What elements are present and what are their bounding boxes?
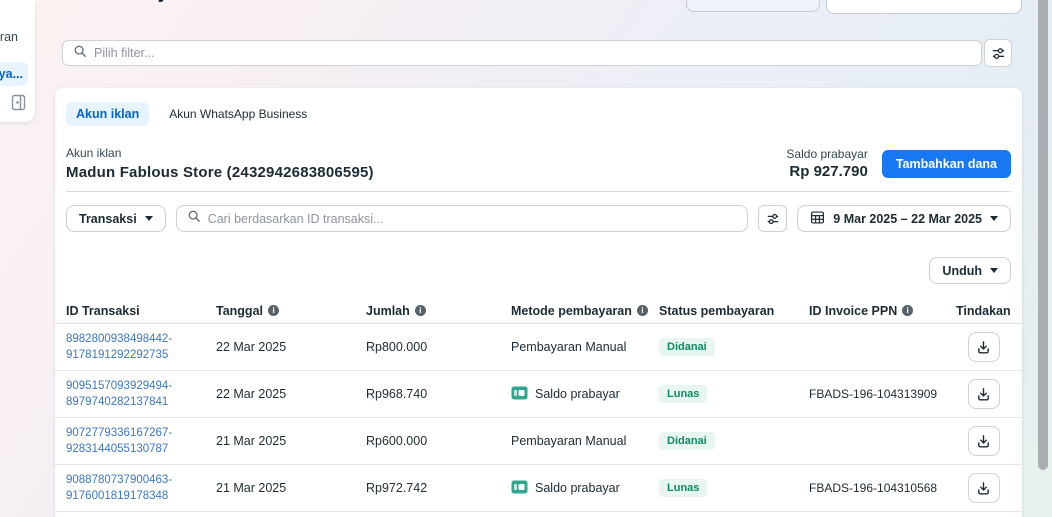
download-dropdown-button[interactable]: Unduh (929, 257, 1011, 284)
info-icon[interactable] (637, 305, 648, 316)
transaction-id-link[interactable]: 8982800938498442-9178191292292735 (66, 331, 216, 363)
vertical-scrollbar[interactable] (1038, 0, 1048, 470)
col-tindakan: Tindakan (956, 304, 1011, 318)
col-tanggal: Tanggal (216, 304, 263, 318)
transaction-date: 22 Mar 2025 (216, 387, 366, 401)
invoice-id: FBADS-196-104310568 (809, 481, 956, 495)
balance-label: Saldo prabayar (786, 147, 867, 161)
transaction-id-link[interactable]: 9072779336167267-9283144055130787 (66, 425, 216, 457)
status-badge: Lunas (659, 479, 707, 497)
search-icon (73, 44, 87, 63)
sidebar-item-active-partial[interactable]: ya... (0, 62, 28, 86)
table-header: ID Transaksi Tanggal Jumlah Metode pemba… (55, 298, 1022, 324)
payment-method: Saldo prabayar (511, 386, 659, 403)
download-invoice-button[interactable] (968, 473, 1000, 503)
table-row: 9095157093929494-8979740282137841 22 Mar… (55, 371, 1022, 418)
chevron-down-icon (145, 216, 153, 221)
collapse-sidebar-icon[interactable] (11, 94, 26, 116)
prepaid-balance-icon (511, 480, 528, 497)
payment-method-label: Saldo prabayar (535, 481, 620, 495)
sidebar-item-partial[interactable]: aran (0, 30, 18, 44)
transaction-id-link[interactable]: 9088780737900463-9176001819178348 (66, 472, 216, 504)
download-invoice-button[interactable] (968, 379, 1000, 409)
info-icon[interactable] (415, 305, 426, 316)
invoice-id: FBADS-196-104313909 (809, 387, 956, 401)
search-icon (187, 209, 201, 228)
prepaid-balance: Saldo prabayar Rp 927.790 (786, 147, 867, 180)
transaction-date: 21 Mar 2025 (216, 481, 366, 495)
transactions-body: 8982800938498442-9178191292292735 22 Mar… (55, 324, 1022, 512)
chevron-down-icon (990, 268, 998, 273)
filter-settings-button[interactable] (984, 39, 1012, 67)
transaction-amount: Rp800.000 (366, 340, 511, 354)
calendar-icon (810, 210, 825, 228)
date-range-label: 9 Mar 2025 – 22 Mar 2025 (833, 212, 982, 226)
status-badge: Didanai (659, 338, 715, 356)
transaction-amount: Rp600.000 (366, 434, 511, 448)
search-placeholder: Cari berdasarkan ID transaksi... (208, 212, 384, 226)
account-type-tabs: Akun iklan Akun WhatsApp Business (55, 88, 1022, 126)
col-status-pembayaran: Status pembayaran (659, 304, 774, 318)
tab-akun-iklan[interactable]: Akun iklan (66, 102, 149, 126)
download-invoice-button[interactable] (968, 332, 1000, 362)
header-button-partial-1[interactable] (686, 0, 820, 12)
transaction-id-link[interactable]: 9095157093929494-8979740282137841 (66, 378, 216, 410)
payment-method: Saldo prabayar (511, 480, 659, 497)
transaction-date: 21 Mar 2025 (216, 434, 366, 448)
col-id-transaksi: ID Transaksi (66, 304, 140, 318)
transaction-search-input[interactable]: Cari berdasarkan ID transaksi... (176, 205, 749, 232)
sidebar: aran ya... (0, 0, 35, 122)
status-badge: Didanai (659, 432, 715, 450)
transactions-toolbar: Transaksi Cari berdasarkan ID transaksi.… (55, 192, 1022, 245)
header-button-partial-2[interactable] (826, 0, 1022, 14)
info-icon[interactable] (268, 305, 279, 316)
billing-card: Akun iklan Akun WhatsApp Business Akun i… (55, 88, 1022, 517)
tab-akun-whatsapp-business[interactable]: Akun WhatsApp Business (169, 107, 307, 121)
transaction-amount: Rp968.740 (366, 387, 511, 401)
balance-value: Rp 927.790 (786, 163, 867, 180)
col-id-invoice-ppn: ID Invoice PPN (809, 304, 897, 318)
transaction-amount: Rp972.742 (366, 481, 511, 495)
transaction-date: 22 Mar 2025 (216, 340, 366, 354)
account-header: Akun iklan Madun Fablous Store (24329426… (55, 126, 1022, 191)
filter-input[interactable]: Pilih filter... (62, 40, 982, 66)
download-invoice-button[interactable] (968, 426, 1000, 456)
table-row: 8982800938498442-9178191292292735 22 Mar… (55, 324, 1022, 371)
page-title: Pembayaran (92, 0, 222, 6)
table-row: 9072779336167267-9283144055130787 21 Mar… (55, 418, 1022, 465)
col-jumlah: Jumlah (366, 304, 410, 318)
account-name: Madun Fablous Store (2432942683806595) (66, 164, 374, 181)
table-row: 9088780737900463-9176001819178348 21 Mar… (55, 465, 1022, 512)
search-settings-button[interactable] (758, 205, 787, 232)
payment-method-label: Pembayaran Manual (511, 434, 626, 448)
payment-method: Pembayaran Manual (511, 340, 659, 354)
status-badge: Lunas (659, 385, 707, 403)
payment-method-label: Pembayaran Manual (511, 340, 626, 354)
filter-placeholder: Pilih filter... (94, 46, 154, 60)
chevron-down-icon (990, 216, 998, 221)
add-funds-button[interactable]: Tambahkan dana (882, 150, 1011, 178)
date-range-picker[interactable]: 9 Mar 2025 – 22 Mar 2025 (797, 205, 1011, 232)
prepaid-balance-icon (511, 386, 528, 403)
transaction-type-dropdown[interactable]: Transaksi (66, 205, 166, 232)
payment-method-label: Saldo prabayar (535, 387, 620, 401)
account-type-label: Akun iklan (66, 146, 374, 160)
col-metode-pembayaran: Metode pembayaran (511, 304, 632, 318)
payment-method: Pembayaran Manual (511, 434, 659, 448)
info-icon[interactable] (902, 305, 913, 316)
